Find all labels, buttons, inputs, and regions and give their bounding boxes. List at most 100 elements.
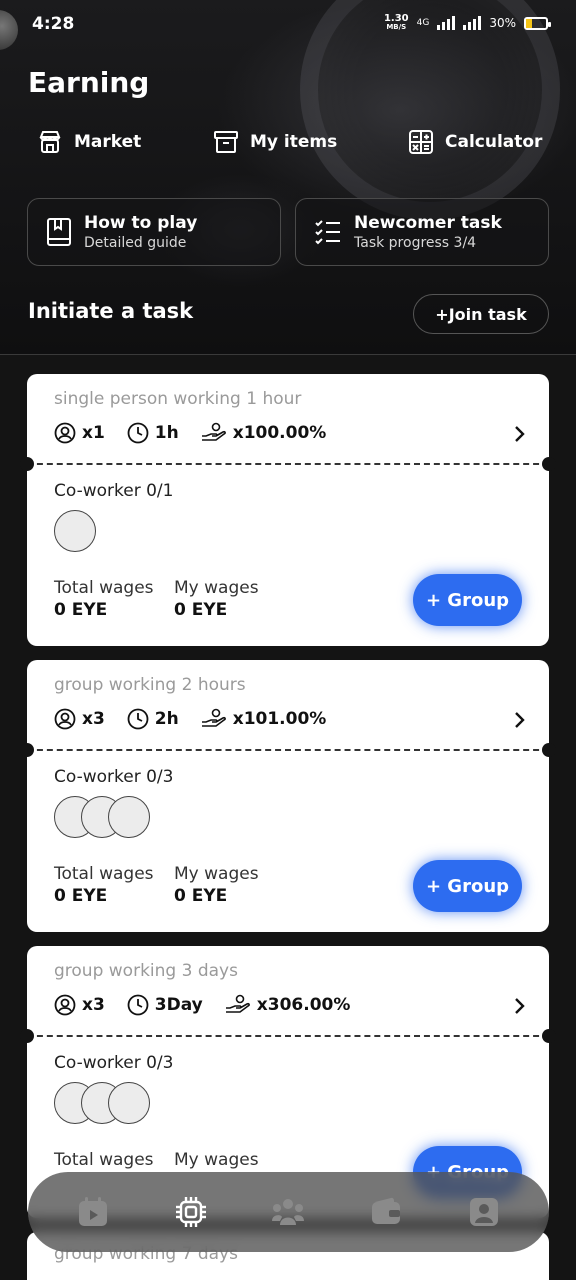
section-title: Initiate a task — [28, 299, 194, 323]
task-card[interactable]: group working 2 hours x3 2h x101.00% Co-… — [20, 660, 556, 932]
clock-icon — [127, 422, 149, 444]
signal-icon — [437, 16, 456, 30]
person-icon — [54, 994, 76, 1016]
net-speed-value: 1.30 — [383, 13, 409, 24]
my-wages-label: My wages — [174, 1150, 259, 1170]
task-name: single person working 1 hour — [54, 389, 302, 409]
total-wages-value: 0 EYE — [54, 600, 108, 620]
how-to-play-subtitle: Detailed guide — [84, 235, 187, 251]
market-link[interactable]: Market — [36, 128, 141, 156]
clock-icon — [127, 994, 149, 1016]
status-bar: 4:28 1.30 MB/S 4G 30% — [0, 0, 576, 50]
coworker-slot — [108, 796, 150, 838]
calculator-link[interactable]: Calculator — [407, 128, 542, 156]
chevron-right-icon[interactable] — [511, 424, 527, 444]
task-meta: x3 3Day x306.00% — [54, 994, 372, 1016]
total-wages-label: Total wages — [54, 1150, 154, 1170]
box-icon — [214, 131, 238, 153]
total-wages-value: 0 EYE — [54, 886, 108, 906]
my-wages-label: My wages — [174, 578, 259, 598]
task-name: group working 3 days — [54, 961, 238, 981]
duration-value: 1h — [154, 423, 179, 443]
nav-profile[interactable] — [464, 1192, 504, 1232]
total-wages-label: Total wages — [54, 578, 154, 598]
task-meta: x3 2h x101.00% — [54, 708, 348, 730]
how-to-play-card[interactable]: How to play Detailed guide — [27, 198, 281, 266]
checklist-icon — [315, 220, 340, 245]
total-wages-label: Total wages — [54, 864, 154, 884]
hand-coin-icon — [225, 994, 250, 1013]
multiplier-value: x100.00% — [232, 423, 327, 443]
chevron-right-icon[interactable] — [511, 996, 527, 1016]
task-meta: x1 1h x100.00% — [54, 422, 348, 444]
ticket-notch — [20, 743, 34, 757]
person-icon — [54, 708, 76, 730]
task-name: group working 2 hours — [54, 675, 246, 695]
calendar-play-icon — [78, 1197, 107, 1226]
total-wages: Total wages 0 EYE — [54, 864, 154, 906]
multiplier-value: x306.00% — [256, 995, 351, 1015]
newcomer-task-subtitle: Task progress 3/4 — [354, 235, 477, 251]
nav-calendar[interactable] — [73, 1192, 113, 1232]
coworker-slots — [54, 510, 96, 552]
newcomer-task-card[interactable]: Newcomer task Task progress 3/4 — [295, 198, 549, 266]
coworker-slot — [108, 1082, 150, 1124]
chevron-right-icon[interactable] — [511, 710, 527, 730]
ticket-notch — [20, 457, 34, 471]
my-wages: My wages 0 EYE — [174, 864, 259, 906]
multiplier: x306.00% — [225, 994, 351, 1016]
duration-value: 3Day — [154, 995, 203, 1015]
workers-count: x1 — [54, 422, 105, 444]
coworker-count: Co-worker 0/3 — [54, 767, 174, 787]
profile-icon — [470, 1198, 499, 1226]
ticket-notch — [20, 1029, 34, 1043]
nav-team[interactable] — [268, 1192, 308, 1232]
workers-value: x3 — [82, 995, 105, 1015]
ticket-notch — [542, 1029, 556, 1043]
my-wages: My wages — [174, 1150, 259, 1172]
nav-chip[interactable] — [171, 1192, 211, 1232]
coworker-count: Co-worker 0/1 — [54, 481, 174, 501]
battery-percent: 30% — [489, 16, 516, 30]
coworker-slots — [54, 1082, 150, 1124]
how-to-play-title: How to play — [84, 213, 198, 233]
duration: 1h — [127, 422, 179, 444]
network-type: 4G — [416, 18, 430, 28]
workers-value: x1 — [82, 423, 105, 443]
page-title: Earning — [28, 66, 150, 99]
my-wages-value: 0 EYE — [174, 600, 228, 620]
task-card[interactable]: single person working 1 hour x1 1h x100.… — [20, 374, 556, 646]
calculator-label: Calculator — [445, 132, 543, 152]
newcomer-task-title: Newcomer task — [354, 213, 502, 233]
clock-icon — [127, 708, 149, 730]
chip-icon — [175, 1197, 206, 1227]
market-label: Market — [74, 132, 142, 152]
nav-wallet[interactable] — [366, 1192, 406, 1232]
person-icon — [54, 422, 76, 444]
wallet-icon — [372, 1197, 401, 1224]
dashed-divider — [27, 749, 549, 751]
market-icon — [39, 131, 61, 153]
net-speed: 1.30 MB/S — [384, 14, 409, 32]
duration-value: 2h — [154, 709, 179, 729]
group-button[interactable]: + Group — [413, 574, 522, 626]
duration: 3Day — [127, 994, 203, 1016]
my-items-label: My items — [250, 132, 338, 152]
duration: 2h — [127, 708, 179, 730]
signal-2-icon — [463, 16, 482, 30]
coworker-count: Co-worker 0/3 — [54, 1053, 174, 1073]
my-wages-label: My wages — [174, 864, 259, 884]
workers-value: x3 — [82, 709, 105, 729]
status-indicators: 1.30 MB/S 4G 30% — [384, 14, 551, 32]
my-items-link[interactable]: My items — [212, 128, 337, 156]
join-task-button[interactable]: +Join task — [413, 294, 549, 334]
group-button[interactable]: + Group — [413, 860, 522, 912]
status-time: 4:28 — [32, 14, 75, 34]
total-wages: Total wages — [54, 1150, 154, 1172]
team-icon — [272, 1199, 305, 1225]
bottom-nav — [28, 1172, 549, 1252]
coworker-slot — [54, 510, 96, 552]
book-icon — [47, 218, 71, 246]
workers-count: x3 — [54, 708, 105, 730]
hand-coin-icon — [201, 708, 226, 727]
